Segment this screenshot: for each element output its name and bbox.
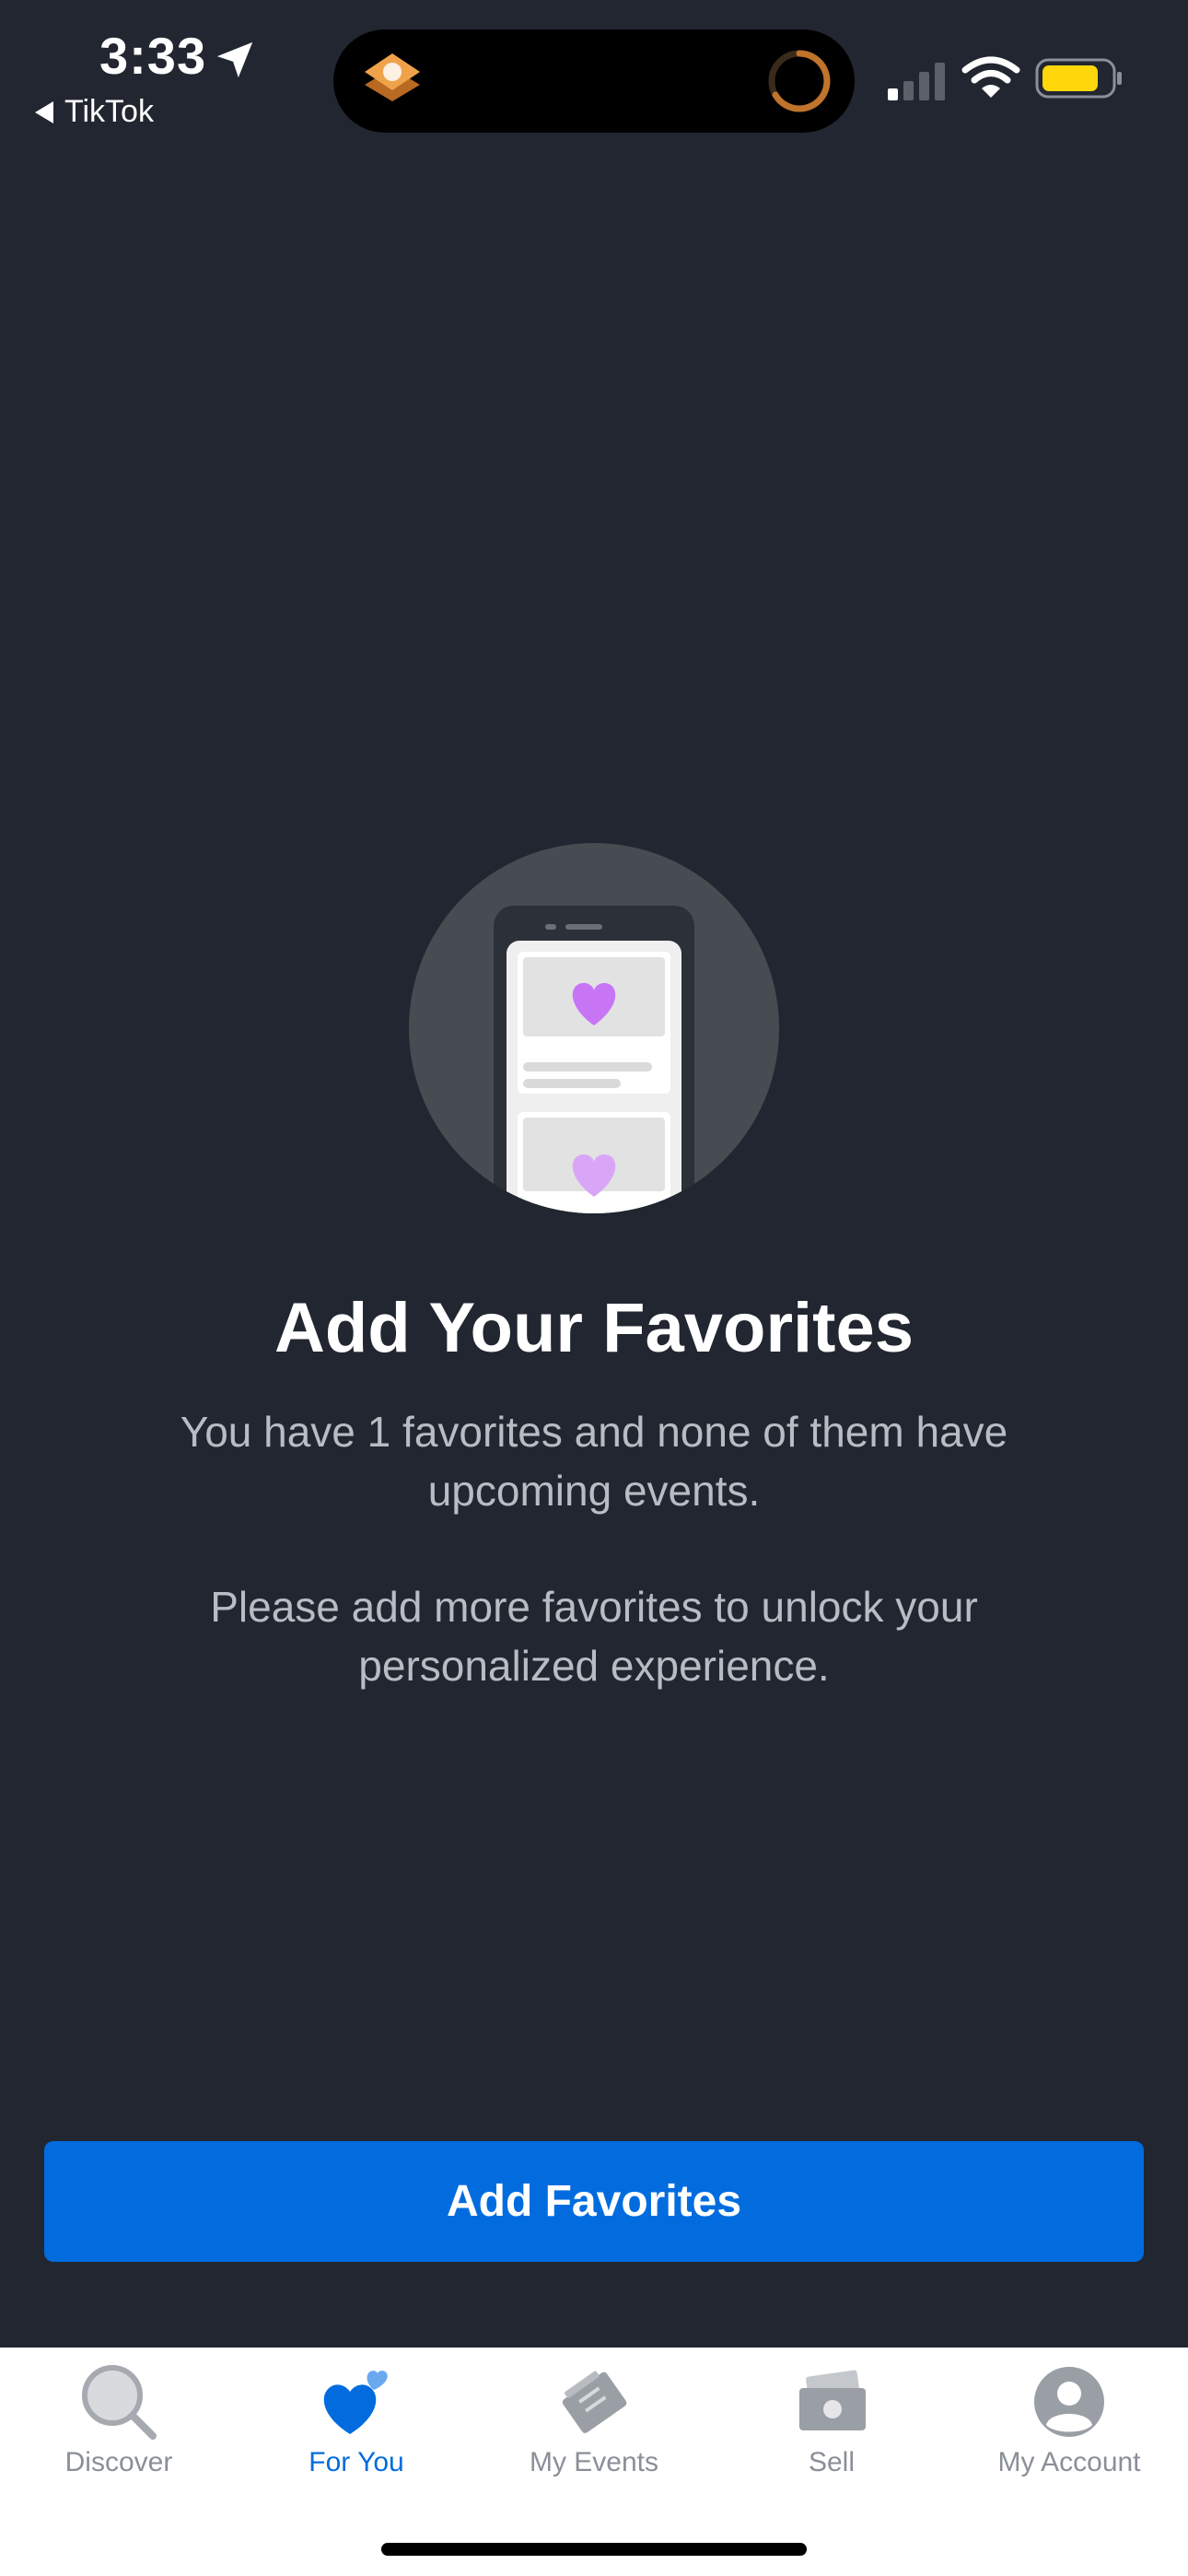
wifi-icon <box>961 56 1020 98</box>
bottom-tab-bar: Discover For You My Events Sell My Accou… <box>0 2348 1188 2576</box>
back-arrow-icon <box>35 100 53 123</box>
heart-icon <box>323 2371 388 2434</box>
progress-ring-icon <box>768 50 831 112</box>
location-arrow-icon <box>216 41 253 78</box>
search-icon <box>82 2365 157 2440</box>
favorites-phone-illustration <box>409 843 779 1213</box>
tab-label: For You <box>309 2447 404 2477</box>
back-to-app-link[interactable]: TikTok <box>35 94 154 130</box>
tab-discover[interactable]: Discover <box>0 2348 238 2495</box>
tab-for-you[interactable]: For You <box>238 2348 475 2495</box>
tab-my-account[interactable]: My Account <box>950 2348 1188 2495</box>
user-icon <box>1034 2367 1104 2437</box>
dynamic-island <box>333 29 855 133</box>
tab-sell[interactable]: Sell <box>713 2348 950 2495</box>
add-favorites-button[interactable]: Add Favorites <box>44 2141 1144 2262</box>
favorites-prompt-message: Please add more favorites to unlock your… <box>210 1583 978 1690</box>
cellular-signal-icon <box>888 63 945 100</box>
battery-icon <box>1035 58 1122 99</box>
status-time: 3:33 <box>99 27 207 85</box>
page-title: Add Your Favorites <box>274 1289 914 1367</box>
favorites-status-message: You have 1 favorites and none of them ha… <box>180 1408 1008 1515</box>
money-icon <box>799 2370 866 2430</box>
tab-label: Discover <box>64 2447 173 2477</box>
app-activity-icon <box>365 53 420 101</box>
ticket-icon <box>562 2371 627 2433</box>
back-app-label: TikTok <box>64 94 154 129</box>
home-indicator[interactable] <box>381 2543 807 2556</box>
tab-my-events[interactable]: My Events <box>475 2348 713 2495</box>
tab-label: Sell <box>808 2447 856 2477</box>
tab-label: My Account <box>997 2447 1141 2477</box>
tab-label: My Events <box>529 2447 659 2477</box>
